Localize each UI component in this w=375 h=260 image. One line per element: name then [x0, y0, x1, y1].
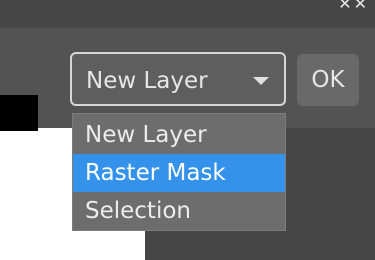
menu-item-raster-mask[interactable]: Raster Mask [73, 154, 285, 192]
dropdown-menu: New Layer Raster Mask Selection [72, 113, 286, 231]
titlebar: ✕✕ [0, 0, 375, 28]
caret-down-icon [253, 77, 269, 85]
window-controls-icon[interactable]: ✕✕ [338, 0, 369, 13]
ok-button[interactable]: OK [297, 54, 359, 106]
layer-type-dropdown[interactable]: New Layer [70, 52, 286, 106]
color-swatch[interactable] [0, 95, 38, 131]
menu-item-new-layer[interactable]: New Layer [73, 116, 285, 154]
dropdown-selected-value: New Layer [86, 68, 208, 94]
menu-item-selection[interactable]: Selection [73, 192, 285, 230]
